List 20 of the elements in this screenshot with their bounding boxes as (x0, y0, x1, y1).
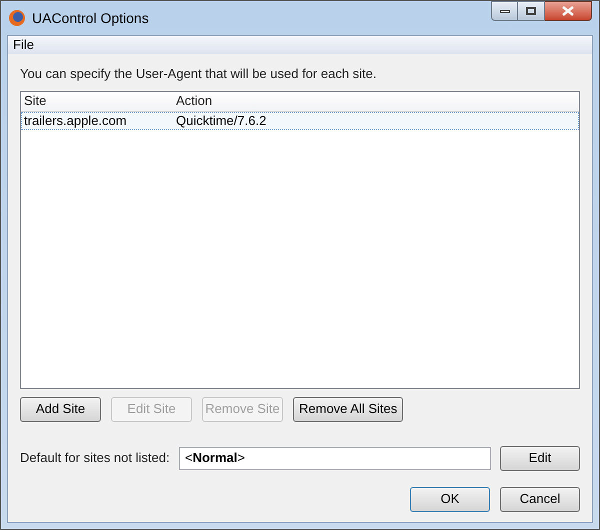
dialog-button[interactable]: Cancel (500, 486, 580, 512)
globe-icon (8, 9, 26, 27)
column-header[interactable]: Site (21, 91, 173, 111)
minimize-button[interactable] (491, 1, 518, 21)
column-header[interactable]: Action (173, 91, 579, 111)
default-agent-field[interactable]: <Normal> (179, 446, 491, 470)
window-title: UAControl Options (32, 8, 149, 28)
default-label: Default for sites not listed: (20, 449, 171, 468)
edit-button[interactable]: Edit (500, 446, 580, 470)
site-button[interactable]: Remove All Sites (293, 396, 404, 422)
table-row[interactable]: trailers.apple.com Quicktime/7.6.2 (21, 112, 579, 130)
menu-item[interactable]: File (12, 35, 35, 55)
maximize-button[interactable] (518, 1, 545, 21)
table-cell-text: Quicktime/7.6.2 (175, 112, 268, 130)
instruction-text: You can specify the User-Agent that will be used for each site. (20, 65, 378, 83)
table-cell-text: trailers.apple.com (23, 112, 128, 130)
close-icon (562, 6, 574, 16)
close-button[interactable] (545, 1, 592, 21)
site-button[interactable]: Add Site (20, 396, 101, 422)
dialog-button[interactable]: OK (410, 486, 490, 512)
